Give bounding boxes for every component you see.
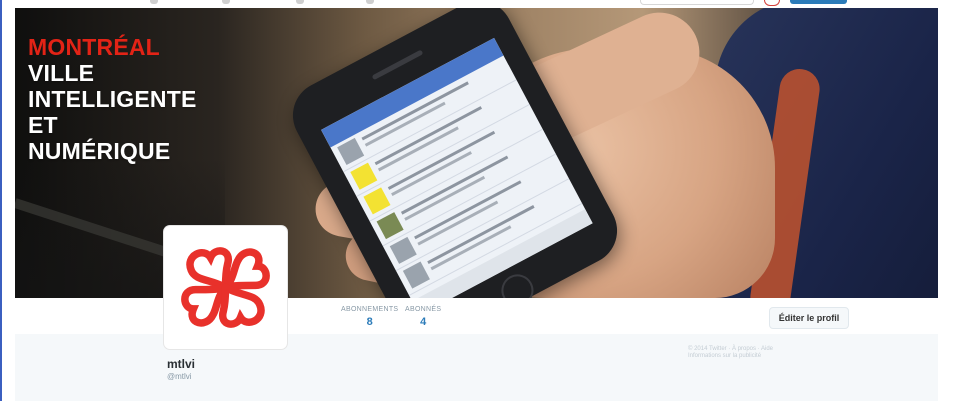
followers-count: 4 [420,316,427,328]
window-edge [0,0,2,401]
footer-ads-info-link[interactable]: Informations sur la publicité [688,353,773,360]
followers-stat[interactable]: ABONNÉS 4 [405,306,441,328]
discover-icon[interactable] [296,0,304,4]
site-footer: © 2014 Twitter · À propos · Aide Informa… [688,346,773,360]
profile-display-name[interactable]: mtlvi [167,357,195,371]
banner-headline-line: ET [28,112,58,138]
compose-tweet-button[interactable] [790,0,847,4]
search-input[interactable] [640,0,754,5]
phone-speaker [371,49,424,81]
profile-avatar[interactable] [164,226,287,349]
profile-handle[interactable]: @mtlvi [167,372,192,381]
banner-headline-city: MONTRÉAL [28,34,160,60]
montreal-flower-logo-icon [181,247,270,328]
home-icon[interactable] [150,0,158,4]
banner-headline: MONTRÉAL VILLE INTELLIGENTE ET NUMÉRIQUE [28,34,197,164]
banner-headline-line: NUMÉRIQUE [28,138,171,164]
top-navigation-bar [0,0,953,8]
following-stat[interactable]: ABONNEMENTS 8 [341,306,398,328]
banner-headline-line: VILLE [28,60,95,86]
me-icon[interactable] [366,0,374,4]
followers-label: ABONNÉS [405,306,442,313]
profile-navigation-bar: ABONNEMENTS 8 ABONNÉS 4 Éditer le profil [15,298,938,335]
following-count: 8 [366,316,373,328]
following-label: ABONNEMENTS [341,306,399,313]
profile-content-area [15,334,938,401]
account-avatar-icon[interactable] [764,0,780,6]
banner-headline-line: INTELLIGENTE [28,86,197,112]
footer-links[interactable]: © 2014 Twitter · À propos · Aide [688,346,773,353]
edit-profile-button[interactable]: Éditer le profil [769,307,849,329]
phone-home-button [495,268,540,298]
profile-header-banner: MONTRÉAL VILLE INTELLIGENTE ET NUMÉRIQUE [15,8,938,298]
notifications-icon[interactable] [222,0,230,4]
